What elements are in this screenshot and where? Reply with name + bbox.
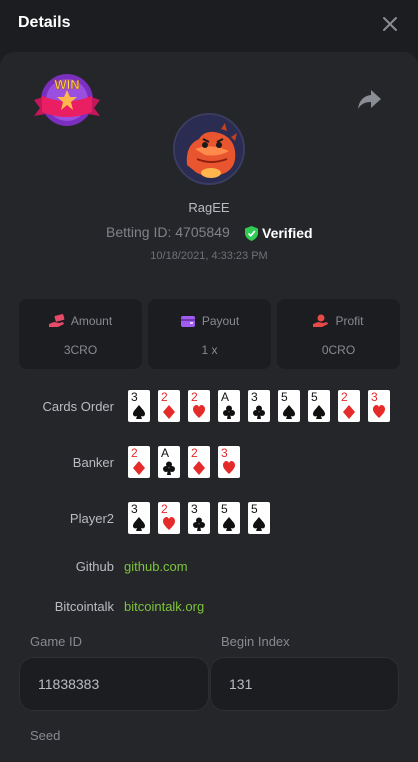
card-rank: 2	[161, 502, 168, 516]
playing-card: 3	[128, 390, 150, 422]
cards-order-row: 3 2 2 A 3 5 5 2 3	[128, 390, 398, 422]
badge-text: WIN	[54, 77, 79, 92]
stat-value: 3CRO	[63, 343, 98, 357]
diamond-icon	[193, 461, 205, 475]
betting-id-value: 4705849	[175, 224, 230, 240]
banker-cards-row: 2 A 2 3	[128, 446, 248, 478]
diamond-icon	[163, 405, 175, 419]
stat-value: 0CRO	[321, 343, 356, 357]
stat-label: Payout	[201, 314, 240, 328]
card-rank: 5	[251, 502, 258, 516]
spade-icon	[223, 517, 235, 531]
close-icon[interactable]	[380, 14, 400, 34]
stat-label: Amount	[70, 314, 113, 328]
playing-card: 3	[188, 502, 210, 534]
wallet-icon	[180, 316, 195, 327]
club-icon	[163, 461, 175, 475]
club-icon	[223, 405, 235, 419]
card-rank: 2	[191, 446, 198, 460]
begin-index-value: 131	[229, 676, 253, 692]
playing-card: 2	[188, 446, 210, 478]
card-rank: 2	[131, 446, 138, 460]
player2-label: Player2	[69, 511, 114, 526]
card-rank: 5	[221, 502, 228, 516]
win-badge-icon: WIN	[34, 74, 100, 126]
stat-profit: Profit 0CRO	[277, 299, 400, 369]
spade-icon	[133, 405, 145, 419]
playing-card: 2	[188, 390, 210, 422]
game-id-field[interactable]: 11838383	[19, 657, 209, 711]
playing-card: 5	[218, 502, 240, 534]
stat-amount: Amount 3CRO	[19, 299, 142, 369]
spade-icon	[313, 405, 325, 419]
club-icon	[193, 517, 205, 531]
card-rank: 3	[221, 446, 228, 460]
spade-icon	[133, 517, 145, 531]
header: Details	[0, 0, 418, 48]
card-rank: A	[221, 390, 230, 404]
banker-label: Banker	[72, 455, 114, 470]
share-icon[interactable]	[356, 88, 382, 110]
heart-icon	[163, 517, 175, 530]
playing-card: 3	[368, 390, 390, 422]
card-rank: 2	[161, 390, 168, 404]
card-rank: 3	[131, 390, 138, 404]
bitcointalk-link[interactable]: bitcointalk.org	[124, 599, 204, 614]
playing-card: 5	[308, 390, 330, 422]
heart-icon	[193, 405, 205, 418]
begin-index-field[interactable]: 131	[210, 657, 399, 711]
github-link[interactable]: github.com	[124, 559, 188, 574]
betting-id-label: Betting ID:	[106, 224, 172, 240]
bet-datetime: 10/18/2021, 4:33:23 PM	[150, 250, 268, 262]
github-label: Github	[75, 559, 114, 574]
profit-hand-icon	[313, 314, 329, 327]
card-rank: 3	[131, 502, 138, 516]
username: RagEE	[188, 200, 230, 215]
card-rank: 2	[341, 390, 348, 404]
heart-icon	[223, 461, 235, 474]
card-rank: 3	[371, 390, 378, 404]
playing-card: A	[158, 446, 180, 478]
card-rank: 2	[191, 390, 198, 404]
page-title: Details	[18, 14, 71, 31]
card-rank: A	[161, 446, 170, 460]
spade-icon	[283, 405, 295, 419]
card-rank: 3	[251, 390, 258, 404]
begin-index-label: Begin Index	[221, 634, 290, 649]
avatar	[173, 113, 245, 185]
playing-card: 3	[218, 446, 240, 478]
heart-icon	[373, 405, 385, 418]
playing-card: 2	[338, 390, 360, 422]
card-rank: 3	[191, 502, 198, 516]
playing-card: 5	[248, 502, 270, 534]
spade-icon	[253, 517, 265, 531]
verified-label: Verified	[262, 225, 313, 241]
diamond-icon	[343, 405, 355, 419]
diamond-icon	[133, 461, 145, 475]
club-icon	[253, 405, 265, 419]
shield-check-icon	[245, 225, 258, 241]
game-id-label: Game ID	[30, 634, 83, 649]
money-hand-icon	[48, 314, 65, 327]
playing-card: 2	[158, 502, 180, 534]
playing-card: 3	[128, 502, 150, 534]
playing-card: A	[218, 390, 240, 422]
bitcointalk-label: Bitcointalk	[54, 599, 114, 614]
card-rank: 5	[281, 390, 288, 404]
playing-card: 2	[158, 390, 180, 422]
card-rank: 5	[311, 390, 318, 404]
stat-value: 1 x	[201, 343, 218, 357]
seed-label: Seed	[30, 728, 61, 743]
verified-badge: Verified	[245, 224, 313, 242]
playing-card: 2	[128, 446, 150, 478]
playing-card: 3	[248, 390, 270, 422]
stat-payout: Payout 1 x	[148, 299, 271, 369]
game-id-value: 11838383	[38, 676, 100, 692]
stat-label: Profit	[335, 314, 364, 328]
player2-cards-row: 3 2 3 5 5	[128, 502, 278, 534]
cards-order-label: Cards Order	[42, 399, 114, 414]
playing-card: 5	[278, 390, 300, 422]
betting-id: Betting ID: 4705849	[106, 224, 230, 240]
